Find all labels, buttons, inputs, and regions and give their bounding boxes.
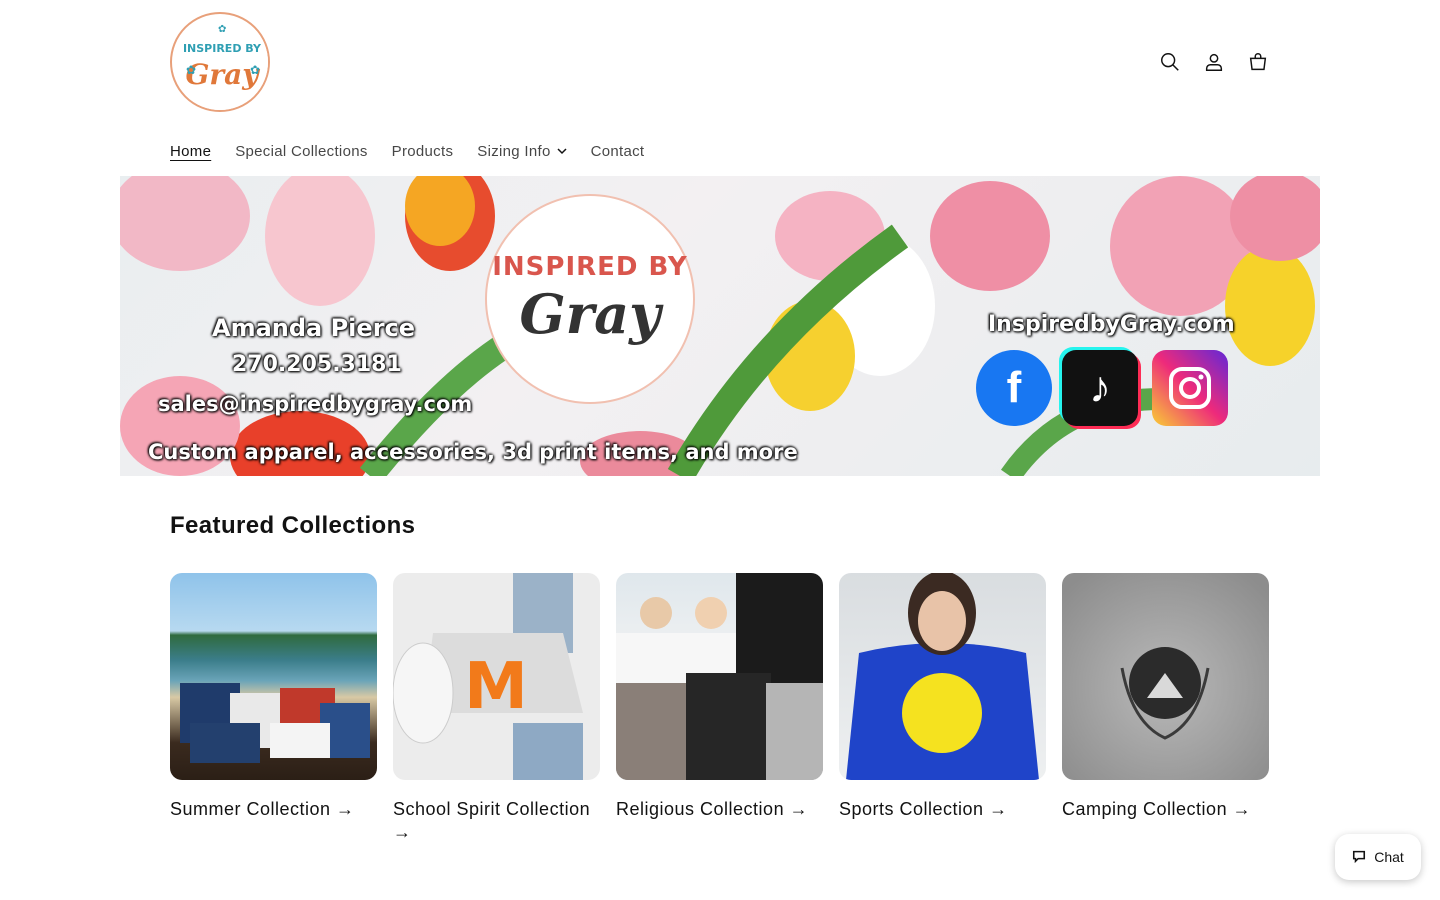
nav-item-sizing-info[interactable]: Sizing Info [477,138,567,164]
collection-label[interactable]: Sports Collection → [839,798,1046,821]
collection-label[interactable]: Camping Collection → [1062,798,1269,821]
banner-tagline: Custom apparel, accessories, 3d print it… [148,440,798,464]
search-icon[interactable] [1156,44,1184,80]
collection-grid: Summer Collection → M School Spirit Coll… [170,573,1269,844]
nav-item-special-collections[interactable]: Special Collections [235,138,367,164]
banner-email: sales@inspiredbygray.com [158,392,473,416]
chat-label: Chat [1374,849,1404,865]
collection-label[interactable]: School Spirit Collection → [393,798,600,844]
account-icon[interactable] [1200,44,1228,80]
hero-banner: INSPIRED BY Gray Amanda Pierce 270.205.3… [120,176,1320,476]
chevron-down-icon [557,143,567,160]
collection-image[interactable] [839,573,1046,780]
nav-item-contact[interactable]: Contact [591,138,645,164]
main-nav: Home Special Collections Products Sizing… [170,138,644,164]
banner-name: Amanda Pierce [212,314,416,342]
collection-image[interactable] [170,573,377,780]
nav-label: Special Collections [235,142,368,160]
collection-label[interactable]: Religious Collection → [616,798,823,821]
store-logo[interactable]: INSPIRED BY Gray ✿ ✿ ✿ [170,12,270,112]
collection-card-school-spirit[interactable]: M School Spirit Collection → [393,573,600,844]
collection-card-summer[interactable]: Summer Collection → [170,573,377,844]
collection-label[interactable]: Summer Collection → [170,798,377,821]
nav-label: Sizing Info [477,142,551,160]
svg-text:✿: ✿ [186,63,196,77]
banner-logo-line2: Gray [519,282,661,346]
banner-website: InspiredbyGray.com [988,312,1235,337]
nav-label: Home [170,142,212,160]
banner-logo-line1: INSPIRED BY [492,252,688,282]
collection-image[interactable]: M [393,573,600,780]
chat-bubble-icon [1352,849,1366,866]
collection-image[interactable] [616,573,823,780]
collection-card-sports[interactable]: Sports Collection → [839,573,1046,844]
site-header: INSPIRED BY Gray ✿ ✿ ✿ Home Special Coll… [0,0,1440,176]
nav-label: Products [391,142,454,160]
svg-text:✿: ✿ [250,63,260,77]
banner-phone: 270.205.3181 [232,352,402,377]
instagram-icon [1152,350,1228,426]
collection-card-religious[interactable]: Religious Collection → [616,573,823,844]
featured-collections-title: Featured Collections [170,512,416,539]
cart-icon[interactable] [1244,44,1272,80]
nav-item-home[interactable]: Home [170,138,211,164]
nav-item-products[interactable]: Products [392,138,454,164]
svg-text:M: M [464,650,528,724]
svg-text:INSPIRED BY: INSPIRED BY [183,42,262,55]
nav-label: Contact [590,142,645,160]
chat-button[interactable]: Chat [1335,834,1421,880]
collection-card-camping[interactable]: Camping Collection → [1062,573,1269,844]
facebook-icon: f [976,350,1052,426]
collection-image[interactable] [1062,573,1269,780]
banner-logo: INSPIRED BY Gray [485,194,695,404]
tiktok-icon: ♪ [1062,350,1138,426]
svg-text:✿: ✿ [218,24,226,35]
